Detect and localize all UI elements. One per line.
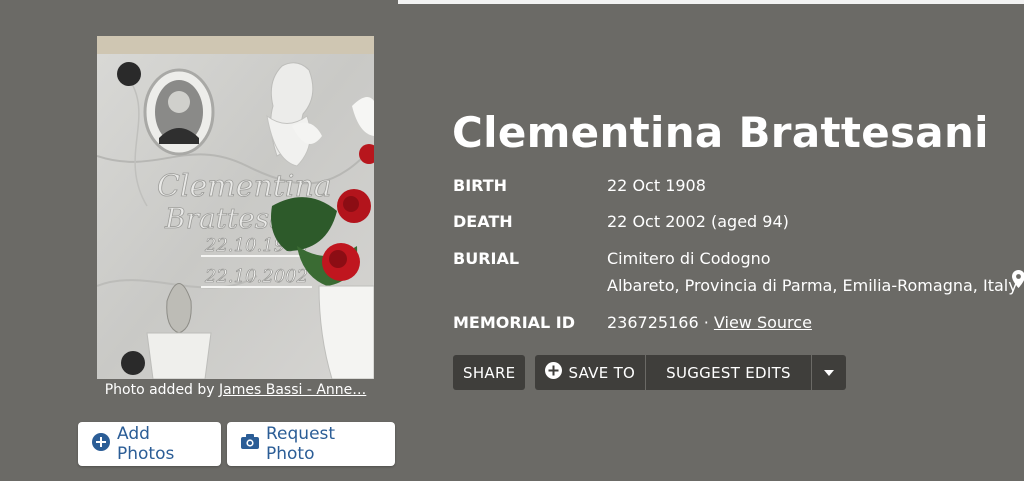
death-value: 22 Oct 2002 (aged 94) xyxy=(607,212,789,231)
id-separator: · xyxy=(703,313,709,332)
plus-circle-icon xyxy=(92,432,110,456)
birth-value: 22 Oct 1908 xyxy=(607,176,706,195)
top-bar xyxy=(398,0,1024,4)
save-to-label: SAVE TO xyxy=(568,363,636,382)
suggest-edits-button[interactable]: SUGGEST EDITS xyxy=(646,355,811,390)
map-pin-icon[interactable] xyxy=(1012,270,1024,292)
burial-location: Albareto, Provincia di Parma, Emilia-Rom… xyxy=(607,276,1018,295)
cemetery-link[interactable]: Cimitero di Codogno xyxy=(607,249,771,268)
photo-caption: Photo added by James Bassi - Anne… xyxy=(97,382,374,398)
birth-label: BIRTH xyxy=(453,176,508,195)
save-to-button[interactable]: SAVE TO xyxy=(535,355,645,390)
more-options-button[interactable] xyxy=(812,355,846,390)
burial-label: BURIAL xyxy=(453,249,520,268)
memorial-photo[interactable]: Clementina Brattesani 22.10.1908 22.10.2… xyxy=(97,36,374,379)
share-button[interactable]: SHARE xyxy=(453,355,526,390)
photo-actions: Add Photos Request Photo xyxy=(78,422,395,466)
save-edit-group: SAVE TO SUGGEST EDITS xyxy=(535,355,846,390)
request-photo-button[interactable]: Request Photo xyxy=(227,422,395,466)
request-photo-label: Request Photo xyxy=(266,424,336,464)
caption-prefix: Photo added by xyxy=(104,382,215,398)
caret-down-icon xyxy=(823,369,834,376)
plus-circle-icon xyxy=(545,362,563,383)
photo-contributor-link[interactable]: James Bassi - Anne… xyxy=(219,382,366,398)
add-photos-label: Add Photos xyxy=(117,424,175,464)
memorial-actions: SHARE SAVE TO SUGGEST EDITS xyxy=(453,355,846,390)
engraved-date-2: 22.10.2002 xyxy=(204,266,308,287)
view-source-link[interactable]: View Source xyxy=(714,313,812,332)
memorial-id-value: 236725166 xyxy=(607,313,699,332)
memorial-name: Clementina Brattesani xyxy=(452,108,989,157)
death-label: DEATH xyxy=(453,212,513,231)
memorial-id-label: MEMORIAL ID xyxy=(453,313,576,332)
memorial-id-value-group: 236725166 · View Source xyxy=(607,313,812,332)
add-photos-button[interactable]: Add Photos xyxy=(78,422,221,466)
camera-icon xyxy=(241,434,259,454)
